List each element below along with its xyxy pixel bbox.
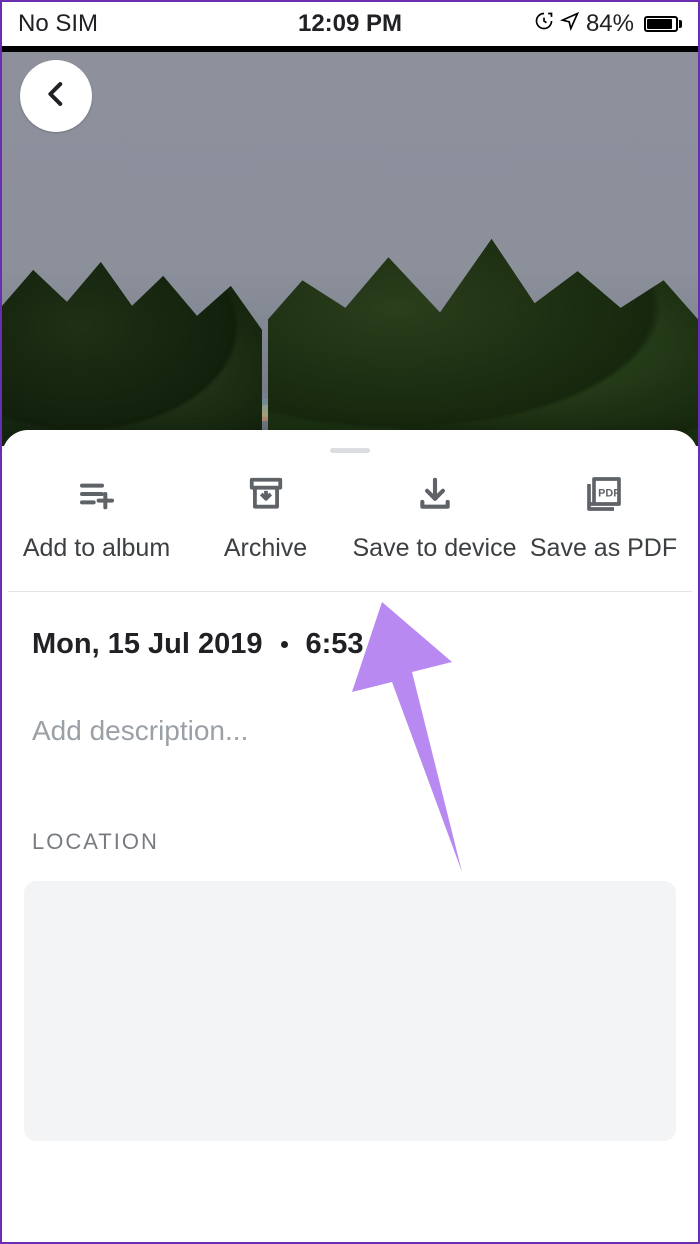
screen: { "status": { "carrier": "No SIM", "time… (0, 0, 700, 1244)
add-to-album-icon (76, 473, 118, 515)
action-label: Add to album (23, 533, 170, 563)
dot-separator (281, 641, 288, 648)
annotation-arrow (342, 602, 502, 887)
pdf-icon: PDF (583, 473, 625, 515)
battery-icon (640, 16, 682, 32)
add-to-album-button[interactable]: Add to album (12, 473, 181, 563)
orientation-lock-icon (534, 10, 554, 38)
action-label: Save as PDF (530, 533, 677, 563)
svg-text:PDF: PDF (598, 488, 620, 500)
download-icon (414, 473, 456, 515)
status-bar: No SIM 12:09 PM 84% (2, 2, 698, 46)
chevron-left-icon (39, 77, 73, 116)
archive-button[interactable]: Archive (181, 473, 350, 563)
location-map[interactable] (24, 881, 676, 1141)
save-to-device-button[interactable]: Save to device (350, 473, 519, 563)
action-label: Archive (224, 533, 307, 563)
sheet-grabber[interactable] (330, 448, 370, 453)
save-as-pdf-button[interactable]: PDF Save as PDF (519, 473, 688, 563)
action-label: Save to device (353, 533, 517, 563)
photo-date: Mon, 15 Jul 2019 (32, 628, 263, 661)
archive-icon (245, 473, 287, 515)
actions-row: Add to album Archive Save to device PDF … (2, 473, 698, 591)
battery-percent: 84% (586, 10, 634, 38)
photo-preview[interactable] (2, 46, 698, 446)
status-right: 84% (534, 10, 682, 38)
location-arrow-icon (560, 10, 580, 38)
back-button[interactable] (20, 60, 92, 132)
